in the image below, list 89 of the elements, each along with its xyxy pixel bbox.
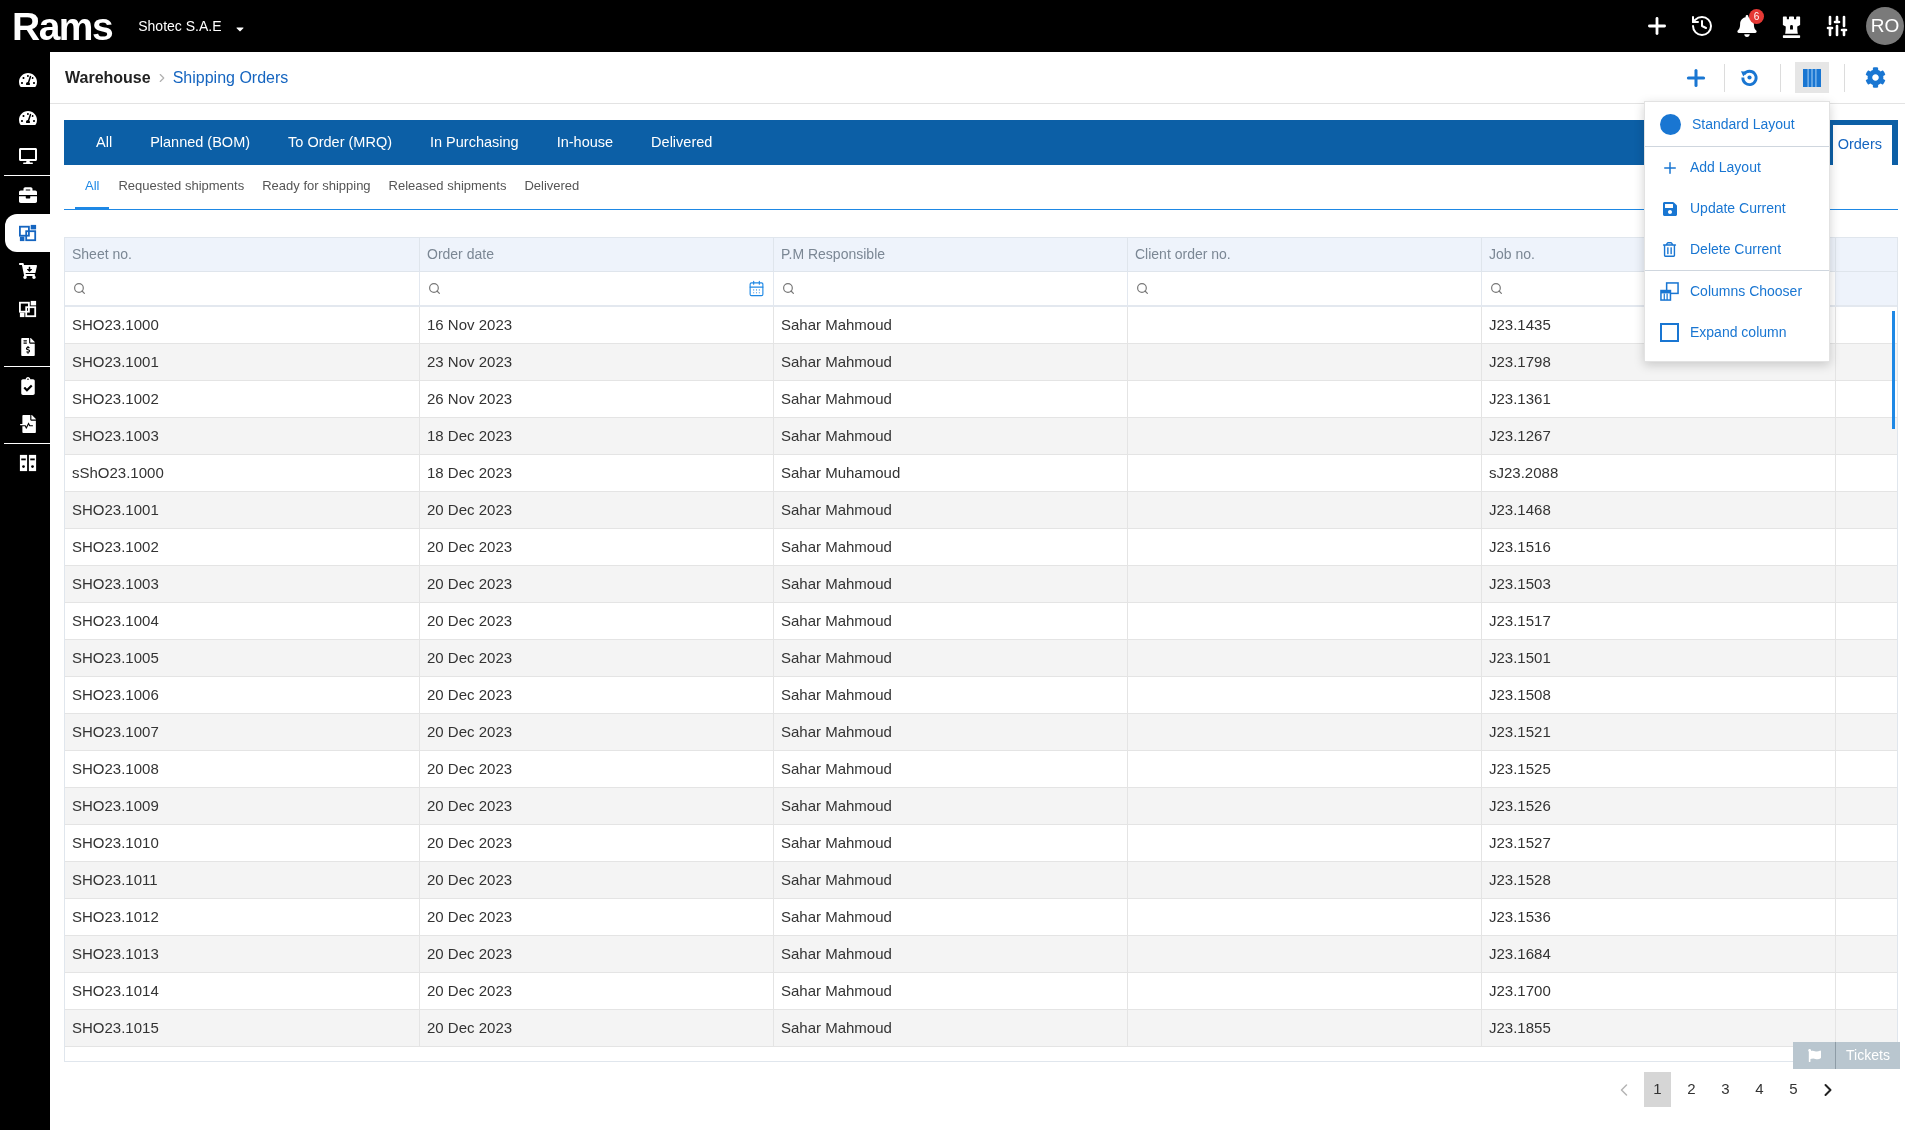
table-cell-text: Sahar Mahmoud [780, 425, 893, 446]
table-cell-text: J23.1798 [1488, 351, 1552, 372]
breadcrumb-item: Shipping Orders [172, 67, 289, 88]
table-cell-text: Sahar Mahmoud [780, 721, 893, 742]
table-cell-text: 20 Dec 2023 [426, 869, 514, 890]
table-cell-text: 20 Dec 2023 [426, 573, 514, 594]
table-cell-text: 20 Dec 2023 [426, 906, 514, 927]
table-cell-text: J23.1508 [1488, 684, 1552, 705]
table-cell-text: J23.1525 [1488, 758, 1552, 779]
table-cell-text: 20 Dec 2023 [426, 610, 514, 631]
table-cell-text: SHO23.1004 [71, 610, 160, 631]
table-cell-text: J23.1528 [1488, 869, 1552, 890]
table-cell-text: J23.1536 [1488, 906, 1552, 927]
table-cell-text: SHO23.1010 [71, 832, 160, 853]
table-cell-text: Sahar Mahmoud [780, 980, 893, 1001]
table-cell-text: Sahar Mahmoud [780, 573, 893, 594]
table-cell-text: SHO23.1015 [71, 1017, 160, 1038]
notification-badge: 6 [1749, 9, 1764, 24]
table-cell-text: Sahar Mahmoud [780, 906, 893, 927]
table-cell-text: Sahar Mahmoud [780, 1017, 893, 1038]
table-cell-text: SHO23.1011 [71, 869, 159, 890]
table-cell-text: J23.1501 [1488, 647, 1552, 668]
table-cell-text: 18 Dec 2023 [426, 425, 514, 446]
table-cell-text: J23.1527 [1488, 832, 1552, 853]
table-cell-text: Sahar Mahmoud [780, 758, 893, 779]
table-cell-text: Sahar Muhamoud [780, 462, 902, 483]
table-cell-text: J23.1468 [1488, 499, 1552, 520]
menu-item-label: Standard Layout [1692, 114, 1795, 134]
menu-item-label: Expand column [1690, 323, 1787, 342]
table-cell-text: J23.1517 [1488, 610, 1552, 631]
menu-item-label: Columns Chooser [1690, 282, 1803, 301]
table-cell-text: J23.1361 [1488, 388, 1552, 409]
logo: Rams [12, 6, 113, 46]
table-cell-text: 20 Dec 2023 [426, 647, 514, 668]
table-cell-text: J23.1526 [1488, 795, 1552, 816]
table-cell-text: Sahar Mahmoud [780, 684, 893, 705]
table-cell-text: J23.1516 [1488, 536, 1552, 557]
table-cell-text: SHO23.1002 [71, 388, 160, 409]
table-cell-text: Sahar Mahmoud [780, 869, 893, 890]
table-cell-text: 20 Dec 2023 [426, 684, 514, 705]
table-cell-text: SHO23.1009 [71, 795, 160, 816]
table-cell-text: 20 Dec 2023 [426, 758, 514, 779]
table-cell-text: Sahar Mahmoud [780, 943, 893, 964]
table-cell-text: Sahar Mahmoud [780, 832, 893, 853]
table-cell-text: SHO23.1008 [71, 758, 160, 779]
table-cell-text: SHO23.1003 [71, 573, 160, 594]
table-cell-text: J23.1503 [1488, 573, 1552, 594]
table-cell-text: SHO23.1012 [71, 906, 160, 927]
table-cell-text: 20 Dec 2023 [426, 536, 514, 557]
table-cell-text: 20 Dec 2023 [426, 943, 514, 964]
table-cell-text: 20 Dec 2023 [426, 499, 514, 520]
table-cell-text: sJ23.2088 [1488, 462, 1560, 483]
table-cell-text: J23.1521 [1488, 721, 1552, 742]
table-cell-text: 18 Dec 2023 [426, 462, 514, 483]
table-cell-text: SHO23.1001 [71, 351, 160, 372]
table-cell-text: 26 Nov 2023 [426, 388, 514, 409]
table-cell-text: SHO23.1014 [71, 980, 160, 1001]
table-cell-text: 20 Dec 2023 [426, 721, 514, 742]
table-cell-text: Sahar Mahmoud [780, 795, 893, 816]
table-cell-text: 16 Nov 2023 [426, 314, 514, 335]
table-cell-text: Sahar Mahmoud [780, 388, 893, 409]
table-cell-text: 20 Dec 2023 [426, 832, 514, 853]
table-cell-text: Sahar Mahmoud [780, 351, 893, 372]
table-cell-text: SHO23.1000 [71, 314, 160, 335]
table-cell-text: 20 Dec 2023 [426, 980, 514, 1001]
table-cell-text: J23.1267 [1488, 425, 1552, 446]
table-cell-text: SHO23.1003 [71, 425, 160, 446]
table-cell-text: SHO23.1007 [71, 721, 160, 742]
table-cell-text: Sahar Mahmoud [780, 499, 893, 520]
table-cell-text: 20 Dec 2023 [426, 795, 514, 816]
table-cell-text: SHO23.1013 [71, 943, 160, 964]
menu-item-label: Delete Current [1690, 240, 1782, 259]
table-cell-text: Sahar Mahmoud [780, 314, 893, 335]
table-cell-text: SHO23.1001 [71, 499, 160, 520]
table-cell-text: sShO23.1000 [71, 462, 165, 483]
table-cell-text: 20 Dec 2023 [426, 1017, 514, 1038]
table-cell-text: SHO23.1006 [71, 684, 160, 705]
table-cell-text: Sahar Mahmoud [780, 610, 893, 631]
table-cell-text: J23.1855 [1488, 1017, 1552, 1038]
table-cell-text: Sahar Mahmoud [780, 647, 893, 668]
menu-item-label: Update Current [1690, 199, 1786, 218]
table-cell-text: Sahar Mahmoud [780, 536, 893, 557]
menu-item-label: Add Layout [1690, 158, 1761, 177]
table-cell-text: J23.1435 [1488, 314, 1552, 335]
table-cell-text: SHO23.1002 [71, 536, 160, 557]
table-cell-text: J23.1700 [1488, 980, 1552, 1001]
table-cell-text: SHO23.1005 [71, 647, 160, 668]
table-cell-text: J23.1684 [1488, 943, 1552, 964]
table-cell-text: 23 Nov 2023 [426, 351, 514, 372]
